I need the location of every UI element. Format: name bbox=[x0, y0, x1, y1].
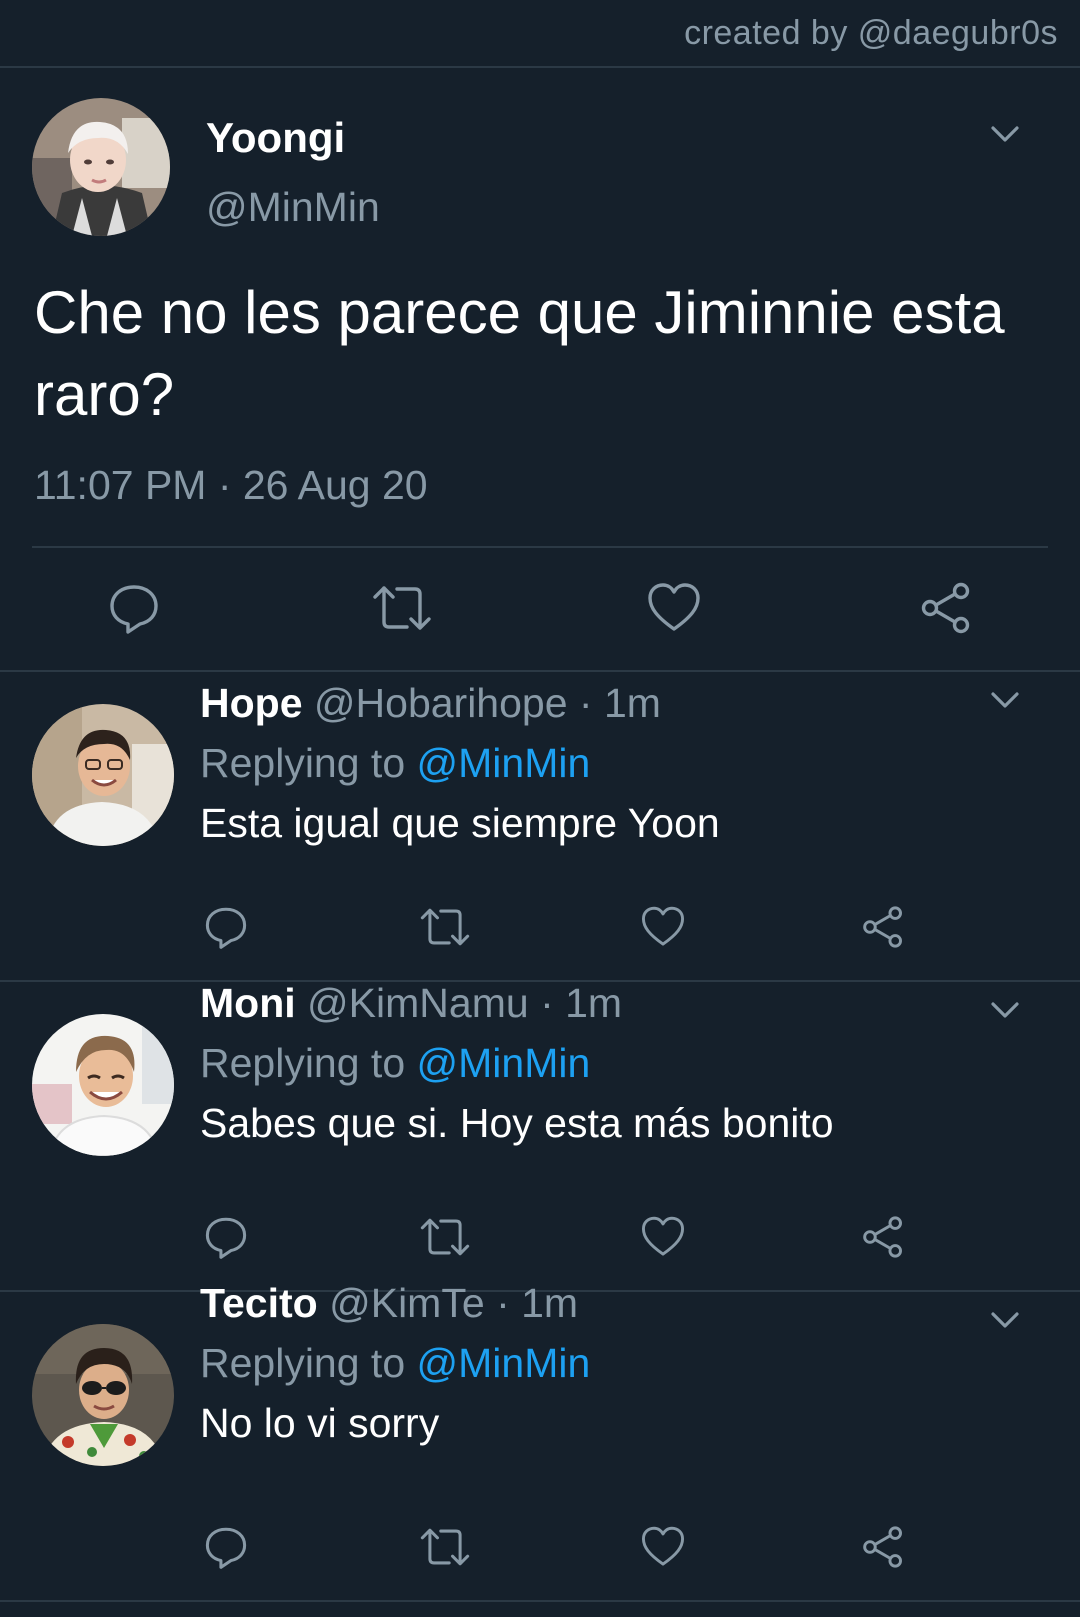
replying-to-line: Replying to @MinMin bbox=[200, 1340, 590, 1387]
like-icon bbox=[648, 583, 700, 631]
section-divider bbox=[0, 1600, 1080, 1602]
reply-author-handle[interactable]: @KimNamu bbox=[307, 980, 529, 1026]
share-icon bbox=[863, 1526, 902, 1568]
reply-time: · 1m bbox=[540, 980, 623, 1026]
retweet-button[interactable] bbox=[418, 1214, 472, 1260]
share-button[interactable] bbox=[858, 1524, 908, 1570]
chevron-down-icon[interactable] bbox=[990, 124, 1020, 144]
like-icon bbox=[641, 1216, 685, 1256]
reply-avatar[interactable] bbox=[32, 1014, 174, 1156]
credit-label: created by @daegubr0s bbox=[684, 14, 1058, 52]
reply-header: Moni @KimNamu · 1m bbox=[200, 980, 622, 1027]
share-icon bbox=[863, 906, 902, 948]
reply-button[interactable] bbox=[200, 1524, 252, 1570]
reply-author-name[interactable]: Tecito bbox=[200, 1280, 318, 1326]
replying-to-label: Replying to bbox=[200, 1040, 406, 1086]
reply-text: Sabes que si. Hoy esta más bonito bbox=[200, 1100, 834, 1146]
reply-icon bbox=[205, 1527, 247, 1569]
reply-icon bbox=[205, 907, 247, 949]
main-tweet-text: Che no les parece que Jiminnie esta raro… bbox=[34, 279, 1005, 428]
reply-avatar[interactable] bbox=[32, 1324, 174, 1466]
reply-time: · 1m bbox=[578, 680, 661, 726]
like-button[interactable] bbox=[638, 1214, 688, 1260]
main-author-name[interactable]: Yoongi bbox=[206, 114, 345, 162]
reply-button[interactable] bbox=[200, 904, 252, 950]
reply-author-name[interactable]: Moni bbox=[200, 980, 296, 1026]
reply-button[interactable] bbox=[200, 1214, 252, 1260]
retweet-icon bbox=[420, 1528, 470, 1566]
replying-to-mention[interactable]: @MinMin bbox=[417, 740, 591, 786]
chevron-down-icon[interactable] bbox=[990, 1310, 1020, 1330]
chevron-down-icon[interactable] bbox=[990, 1000, 1020, 1020]
retweet-button[interactable] bbox=[418, 904, 472, 950]
main-divider bbox=[32, 546, 1048, 548]
chevron-down-icon[interactable] bbox=[990, 690, 1020, 710]
share-button[interactable] bbox=[858, 1214, 908, 1260]
like-button[interactable] bbox=[638, 904, 688, 950]
reply-button[interactable] bbox=[104, 580, 164, 636]
share-button[interactable] bbox=[858, 904, 908, 950]
retweet-button[interactable] bbox=[370, 580, 434, 636]
replying-to-line: Replying to @MinMin bbox=[200, 740, 590, 787]
share-button[interactable] bbox=[916, 580, 976, 636]
reply-icon bbox=[205, 1217, 247, 1259]
section-divider bbox=[0, 670, 1080, 672]
reply-text: Esta igual que siempre Yoon bbox=[200, 800, 720, 846]
retweet-button[interactable] bbox=[418, 1524, 472, 1570]
replying-to-label: Replying to bbox=[200, 1340, 406, 1386]
reply-text: No lo vi sorry bbox=[200, 1400, 440, 1446]
top-divider bbox=[0, 66, 1080, 68]
share-icon bbox=[863, 1216, 902, 1258]
reply-author-handle[interactable]: @Hobarihope bbox=[314, 680, 568, 726]
reply-header: Hope @Hobarihope · 1m bbox=[200, 680, 661, 727]
reply-time: · 1m bbox=[496, 1280, 579, 1326]
like-button[interactable] bbox=[638, 1524, 688, 1570]
retweet-icon bbox=[420, 908, 470, 946]
replying-to-mention[interactable]: @MinMin bbox=[417, 1340, 591, 1386]
reply-avatar[interactable] bbox=[32, 704, 174, 846]
like-button[interactable] bbox=[644, 580, 704, 636]
replying-to-label: Replying to bbox=[200, 740, 406, 786]
retweet-icon bbox=[373, 586, 431, 630]
like-icon bbox=[641, 906, 685, 946]
reply-header: Tecito @KimTe · 1m bbox=[200, 1280, 578, 1327]
reply-icon bbox=[110, 585, 158, 634]
main-author-handle[interactable]: @MinMin bbox=[206, 184, 380, 231]
reply-author-name[interactable]: Hope bbox=[200, 680, 303, 726]
like-icon bbox=[641, 1526, 685, 1566]
replying-to-line: Replying to @MinMin bbox=[200, 1040, 590, 1087]
retweet-icon bbox=[420, 1218, 470, 1256]
share-icon bbox=[921, 582, 970, 634]
replying-to-mention[interactable]: @MinMin bbox=[417, 1040, 591, 1086]
reply-author-handle[interactable]: @KimTe bbox=[329, 1280, 485, 1326]
main-tweet-timestamp: 11:07 PM · 26 Aug 20 bbox=[34, 462, 428, 508]
main-avatar[interactable] bbox=[32, 98, 170, 236]
